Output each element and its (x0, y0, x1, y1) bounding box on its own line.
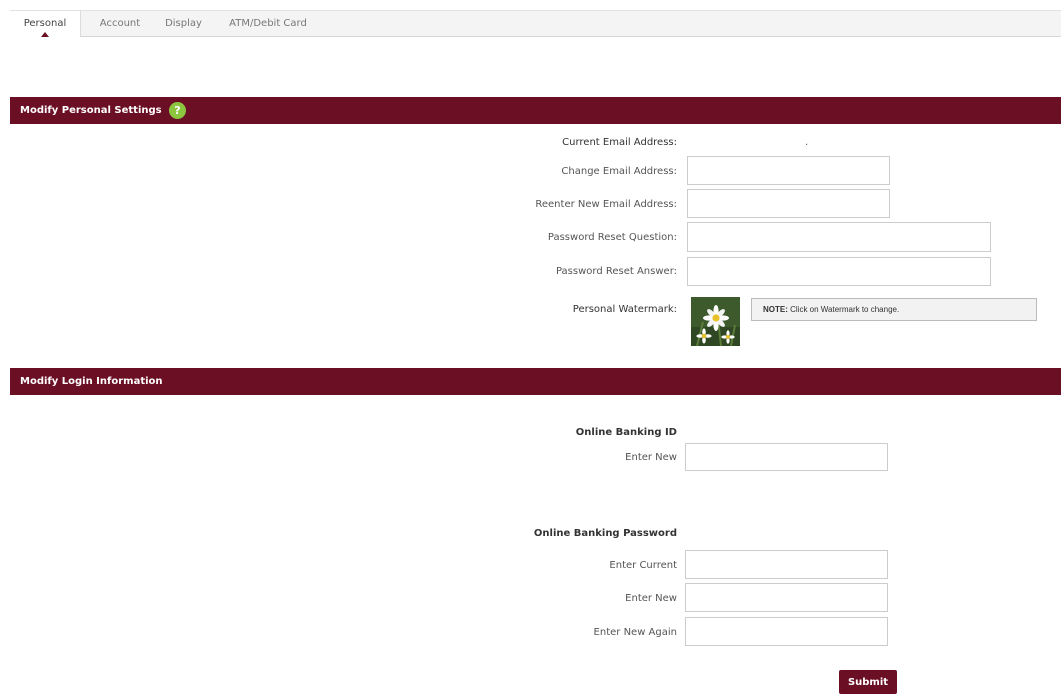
current-email-label: Current Email Address: (562, 137, 677, 148)
reenter-email-input[interactable] (687, 189, 890, 218)
pw-enter-new-label: Enter New (625, 593, 677, 604)
tab-display[interactable]: Display (156, 11, 211, 36)
note-prefix: NOTE: (763, 305, 788, 314)
tab-account-label: Account (99, 18, 141, 29)
reset-question-input[interactable] (687, 222, 991, 252)
daisy-flower-image[interactable] (691, 297, 740, 346)
settings-page: Personal Account Display ATM/Debit Card … (0, 0, 1061, 694)
current-email-value: . (805, 137, 809, 148)
reset-question-label: Password Reset Question: (547, 232, 677, 243)
login-info-title: Modify Login Information (20, 376, 163, 387)
id-enter-new-label: Enter New (625, 452, 677, 463)
current-password-input[interactable] (685, 550, 888, 579)
tab-account[interactable]: Account (90, 11, 150, 36)
tab-bar: Personal Account Display ATM/Debit Card (10, 10, 1061, 37)
watermark-label: Personal Watermark: (572, 304, 677, 315)
confirm-password-input[interactable] (685, 617, 888, 646)
note-text: Click on Watermark to change. (787, 305, 900, 314)
submit-button[interactable]: Submit (839, 670, 897, 694)
pw-enter-new-again-label: Enter New Again (593, 627, 677, 638)
tab-display-label: Display (165, 18, 202, 29)
active-tab-caret-icon (41, 32, 49, 37)
change-email-input[interactable] (687, 156, 890, 185)
banking-id-new-input[interactable] (685, 443, 888, 471)
change-email-label: Change Email Address: (561, 166, 677, 177)
reenter-email-label: Reenter New Email Address: (535, 199, 677, 210)
pw-enter-current-label: Enter Current (609, 560, 677, 571)
tab-atm-debit-card[interactable]: ATM/Debit Card (223, 11, 313, 36)
watermark-flower-icon (691, 297, 740, 346)
reset-answer-input[interactable] (687, 257, 991, 286)
tab-personal[interactable]: Personal (10, 11, 81, 37)
reset-answer-label: Password Reset Answer: (555, 266, 677, 277)
tab-personal-label: Personal (23, 18, 67, 29)
tab-atm-debit-card-label: ATM/Debit Card (229, 18, 307, 29)
help-icon[interactable]: ? (169, 102, 186, 119)
personal-settings-header: Modify Personal Settings ? (10, 97, 1061, 124)
new-password-input[interactable] (685, 583, 888, 612)
banking-id-heading: Online Banking ID (575, 427, 677, 438)
personal-settings-title: Modify Personal Settings (20, 105, 162, 116)
banking-password-heading: Online Banking Password (533, 528, 677, 539)
watermark-note: NOTE: Click on Watermark to change. (751, 298, 1037, 321)
login-info-header: Modify Login Information (10, 368, 1061, 395)
